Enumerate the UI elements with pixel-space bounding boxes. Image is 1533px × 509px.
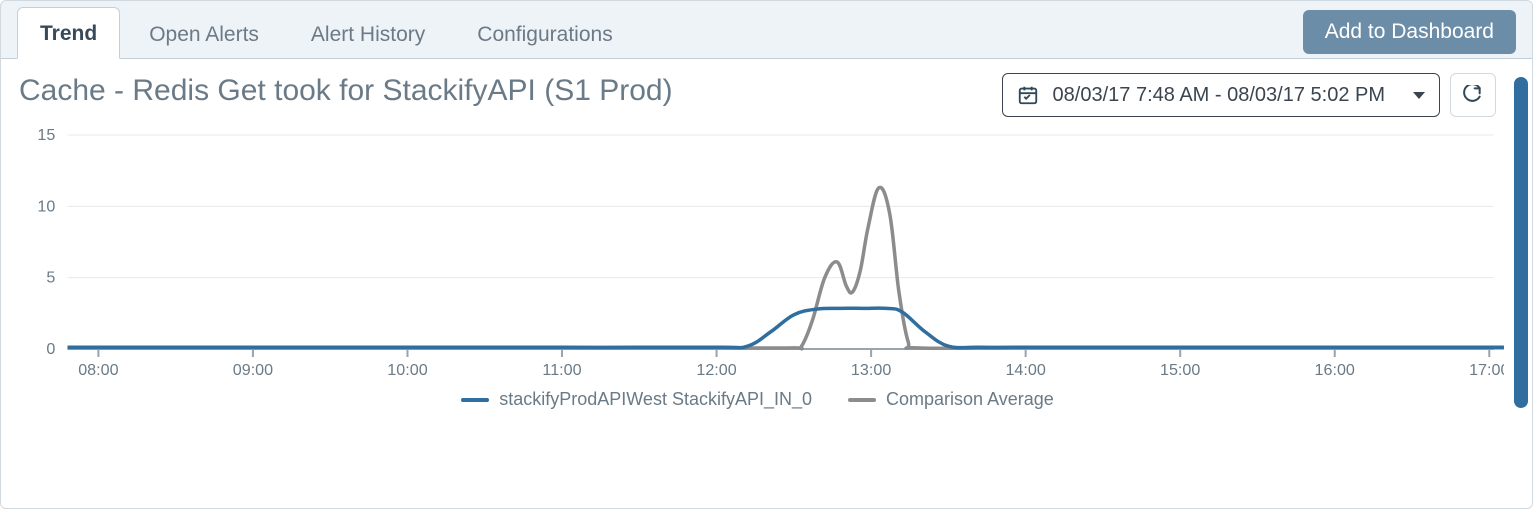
svg-text:11:00: 11:00 bbox=[542, 361, 581, 379]
svg-text:08:00: 08:00 bbox=[78, 361, 118, 379]
legend-label: Comparison Average bbox=[886, 389, 1054, 410]
svg-text:5: 5 bbox=[46, 269, 55, 287]
date-range-picker[interactable]: 08/03/17 7:48 AM - 08/03/17 5:02 PM bbox=[1002, 73, 1440, 117]
chart-area: 0 5 10 15 08:00 09:00 10:00 11:00 12:00 13:00 14:0… bbox=[11, 125, 1504, 385]
legend-item-series2[interactable]: Comparison Average bbox=[848, 389, 1054, 410]
legend-swatch-icon bbox=[461, 398, 489, 402]
svg-text:13:00: 13:00 bbox=[851, 361, 891, 379]
tab-trend[interactable]: Trend bbox=[17, 7, 120, 59]
svg-text:12:00: 12:00 bbox=[696, 361, 736, 379]
chevron-down-icon bbox=[1413, 92, 1425, 99]
external-link-icon bbox=[1463, 85, 1483, 105]
legend-label: stackifyProdAPIWest StackifyAPI_IN_0 bbox=[499, 389, 812, 410]
tab-configurations[interactable]: Configurations bbox=[454, 8, 635, 59]
add-to-dashboard-button[interactable]: Add to Dashboard bbox=[1303, 10, 1516, 54]
chart-title: Cache - Redis Get took for StackifyAPI (… bbox=[19, 73, 673, 109]
panel-content: Cache - Redis Get took for StackifyAPI (… bbox=[1, 59, 1532, 420]
svg-text:0: 0 bbox=[46, 340, 55, 358]
tab-alert-history[interactable]: Alert History bbox=[288, 8, 448, 59]
vertical-scrollbar[interactable] bbox=[1514, 77, 1528, 408]
monitor-panel: TrendOpen AlertsAlert HistoryConfigurati… bbox=[0, 0, 1533, 509]
tab-open-alerts[interactable]: Open Alerts bbox=[126, 8, 282, 59]
line-chart: 0 5 10 15 08:00 09:00 10:00 11:00 12:00 13:00 14:0… bbox=[11, 125, 1504, 385]
svg-text:15: 15 bbox=[37, 126, 55, 144]
calendar-icon bbox=[1017, 84, 1039, 106]
svg-text:17:00: 17:00 bbox=[1469, 361, 1504, 379]
tab-bar: TrendOpen AlertsAlert HistoryConfigurati… bbox=[1, 1, 1532, 59]
legend-item-series1[interactable]: stackifyProdAPIWest StackifyAPI_IN_0 bbox=[461, 389, 812, 410]
chart-legend: stackifyProdAPIWest StackifyAPI_IN_0 Com… bbox=[11, 385, 1504, 412]
svg-text:10:00: 10:00 bbox=[387, 361, 427, 379]
date-range-label: 08/03/17 7:48 AM - 08/03/17 5:02 PM bbox=[1053, 84, 1385, 107]
svg-text:15:00: 15:00 bbox=[1160, 361, 1200, 379]
svg-text:16:00: 16:00 bbox=[1315, 361, 1355, 379]
svg-text:10: 10 bbox=[37, 197, 55, 215]
svg-text:14:00: 14:00 bbox=[1005, 361, 1045, 379]
legend-swatch-icon bbox=[848, 398, 876, 402]
svg-text:09:00: 09:00 bbox=[233, 361, 273, 379]
export-button[interactable] bbox=[1450, 73, 1496, 117]
